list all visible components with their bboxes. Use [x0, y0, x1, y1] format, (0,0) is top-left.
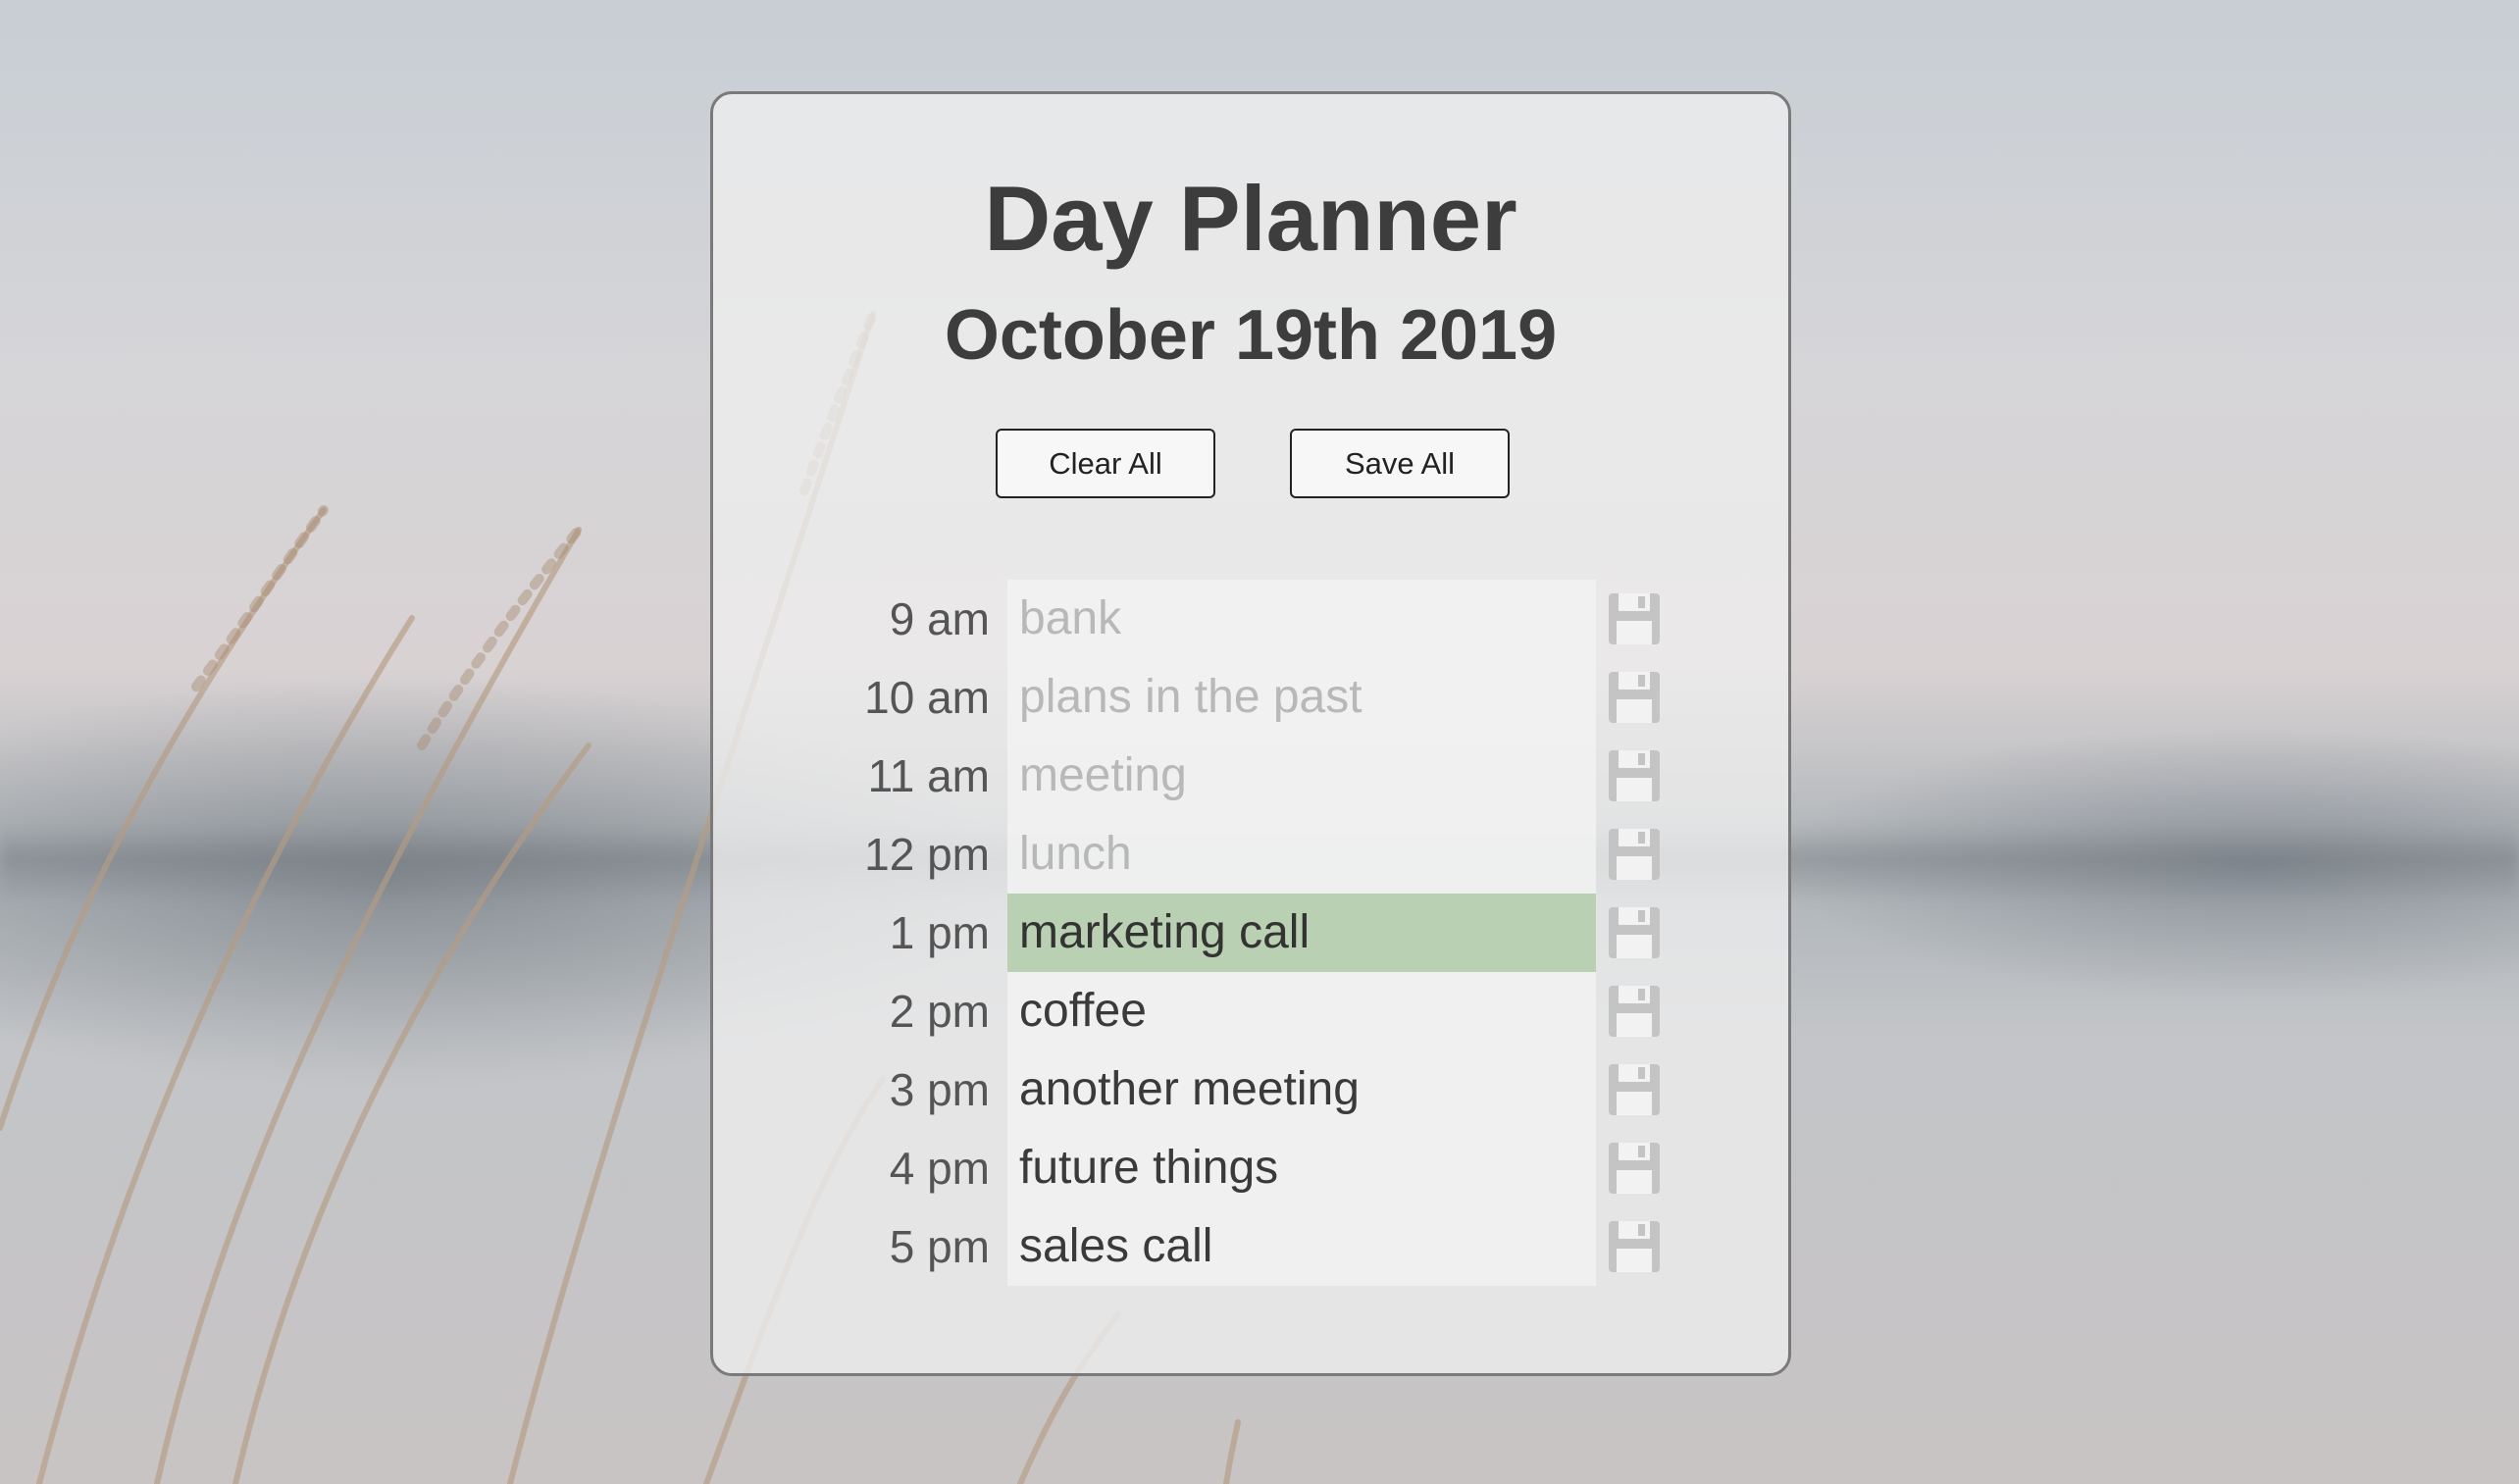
task-input[interactable]: [1007, 737, 1596, 815]
hour-label: 2 pm: [889, 986, 990, 1037]
hour-row: 9 am: [713, 580, 1788, 658]
floppy-disk-icon: [1609, 750, 1660, 801]
hour-row: 1 pm: [713, 894, 1788, 972]
task-input[interactable]: [1007, 1129, 1596, 1207]
task-input[interactable]: [1007, 894, 1596, 972]
save-hour-button[interactable]: [1603, 823, 1666, 886]
task-input[interactable]: [1007, 972, 1596, 1050]
hour-row: 10 am: [713, 658, 1788, 737]
floppy-disk-icon: [1609, 593, 1660, 644]
save-hour-button[interactable]: [1603, 1058, 1666, 1121]
planner-card: Day Planner October 19th 2019 Clear All …: [710, 91, 1791, 1376]
hour-label: 5 pm: [889, 1221, 990, 1272]
save-all-button[interactable]: Save All: [1290, 429, 1510, 498]
save-hour-button[interactable]: [1603, 980, 1666, 1043]
floppy-disk-icon: [1609, 1143, 1660, 1194]
save-hour-button[interactable]: [1603, 1215, 1666, 1278]
floppy-disk-icon: [1609, 1064, 1660, 1115]
hour-row: 4 pm: [713, 1129, 1788, 1207]
hour-label: 3 pm: [889, 1064, 990, 1115]
hour-label: 1 pm: [889, 907, 990, 958]
save-hour-button[interactable]: [1603, 901, 1666, 964]
save-hour-button[interactable]: [1603, 588, 1666, 650]
hour-row: 12 pm: [713, 815, 1788, 894]
hour-row: 3 pm: [713, 1050, 1788, 1129]
floppy-disk-icon: [1609, 829, 1660, 880]
save-hour-button[interactable]: [1603, 1137, 1666, 1200]
task-input[interactable]: [1007, 1050, 1596, 1129]
page-title: Day Planner: [984, 167, 1517, 270]
hour-label: 12 pm: [864, 829, 990, 880]
save-hour-button[interactable]: [1603, 744, 1666, 807]
clear-all-button[interactable]: Clear All: [996, 429, 1215, 498]
hour-label: 11 am: [867, 750, 990, 801]
task-input[interactable]: [1007, 1207, 1596, 1286]
hour-row: 5 pm: [713, 1207, 1788, 1286]
hour-label: 4 pm: [889, 1143, 990, 1194]
floppy-disk-icon: [1609, 907, 1660, 958]
task-input[interactable]: [1007, 658, 1596, 737]
floppy-disk-icon: [1609, 986, 1660, 1037]
save-hour-button[interactable]: [1603, 666, 1666, 729]
floppy-disk-icon: [1609, 1221, 1660, 1272]
hour-row: 11 am: [713, 737, 1788, 815]
task-input[interactable]: [1007, 815, 1596, 894]
task-input[interactable]: [1007, 580, 1596, 658]
floppy-disk-icon: [1609, 672, 1660, 723]
current-date: October 19th 2019: [944, 296, 1558, 375]
hour-label: 10 am: [864, 672, 990, 723]
hour-row: 2 pm: [713, 972, 1788, 1050]
hour-label: 9 am: [889, 593, 990, 644]
